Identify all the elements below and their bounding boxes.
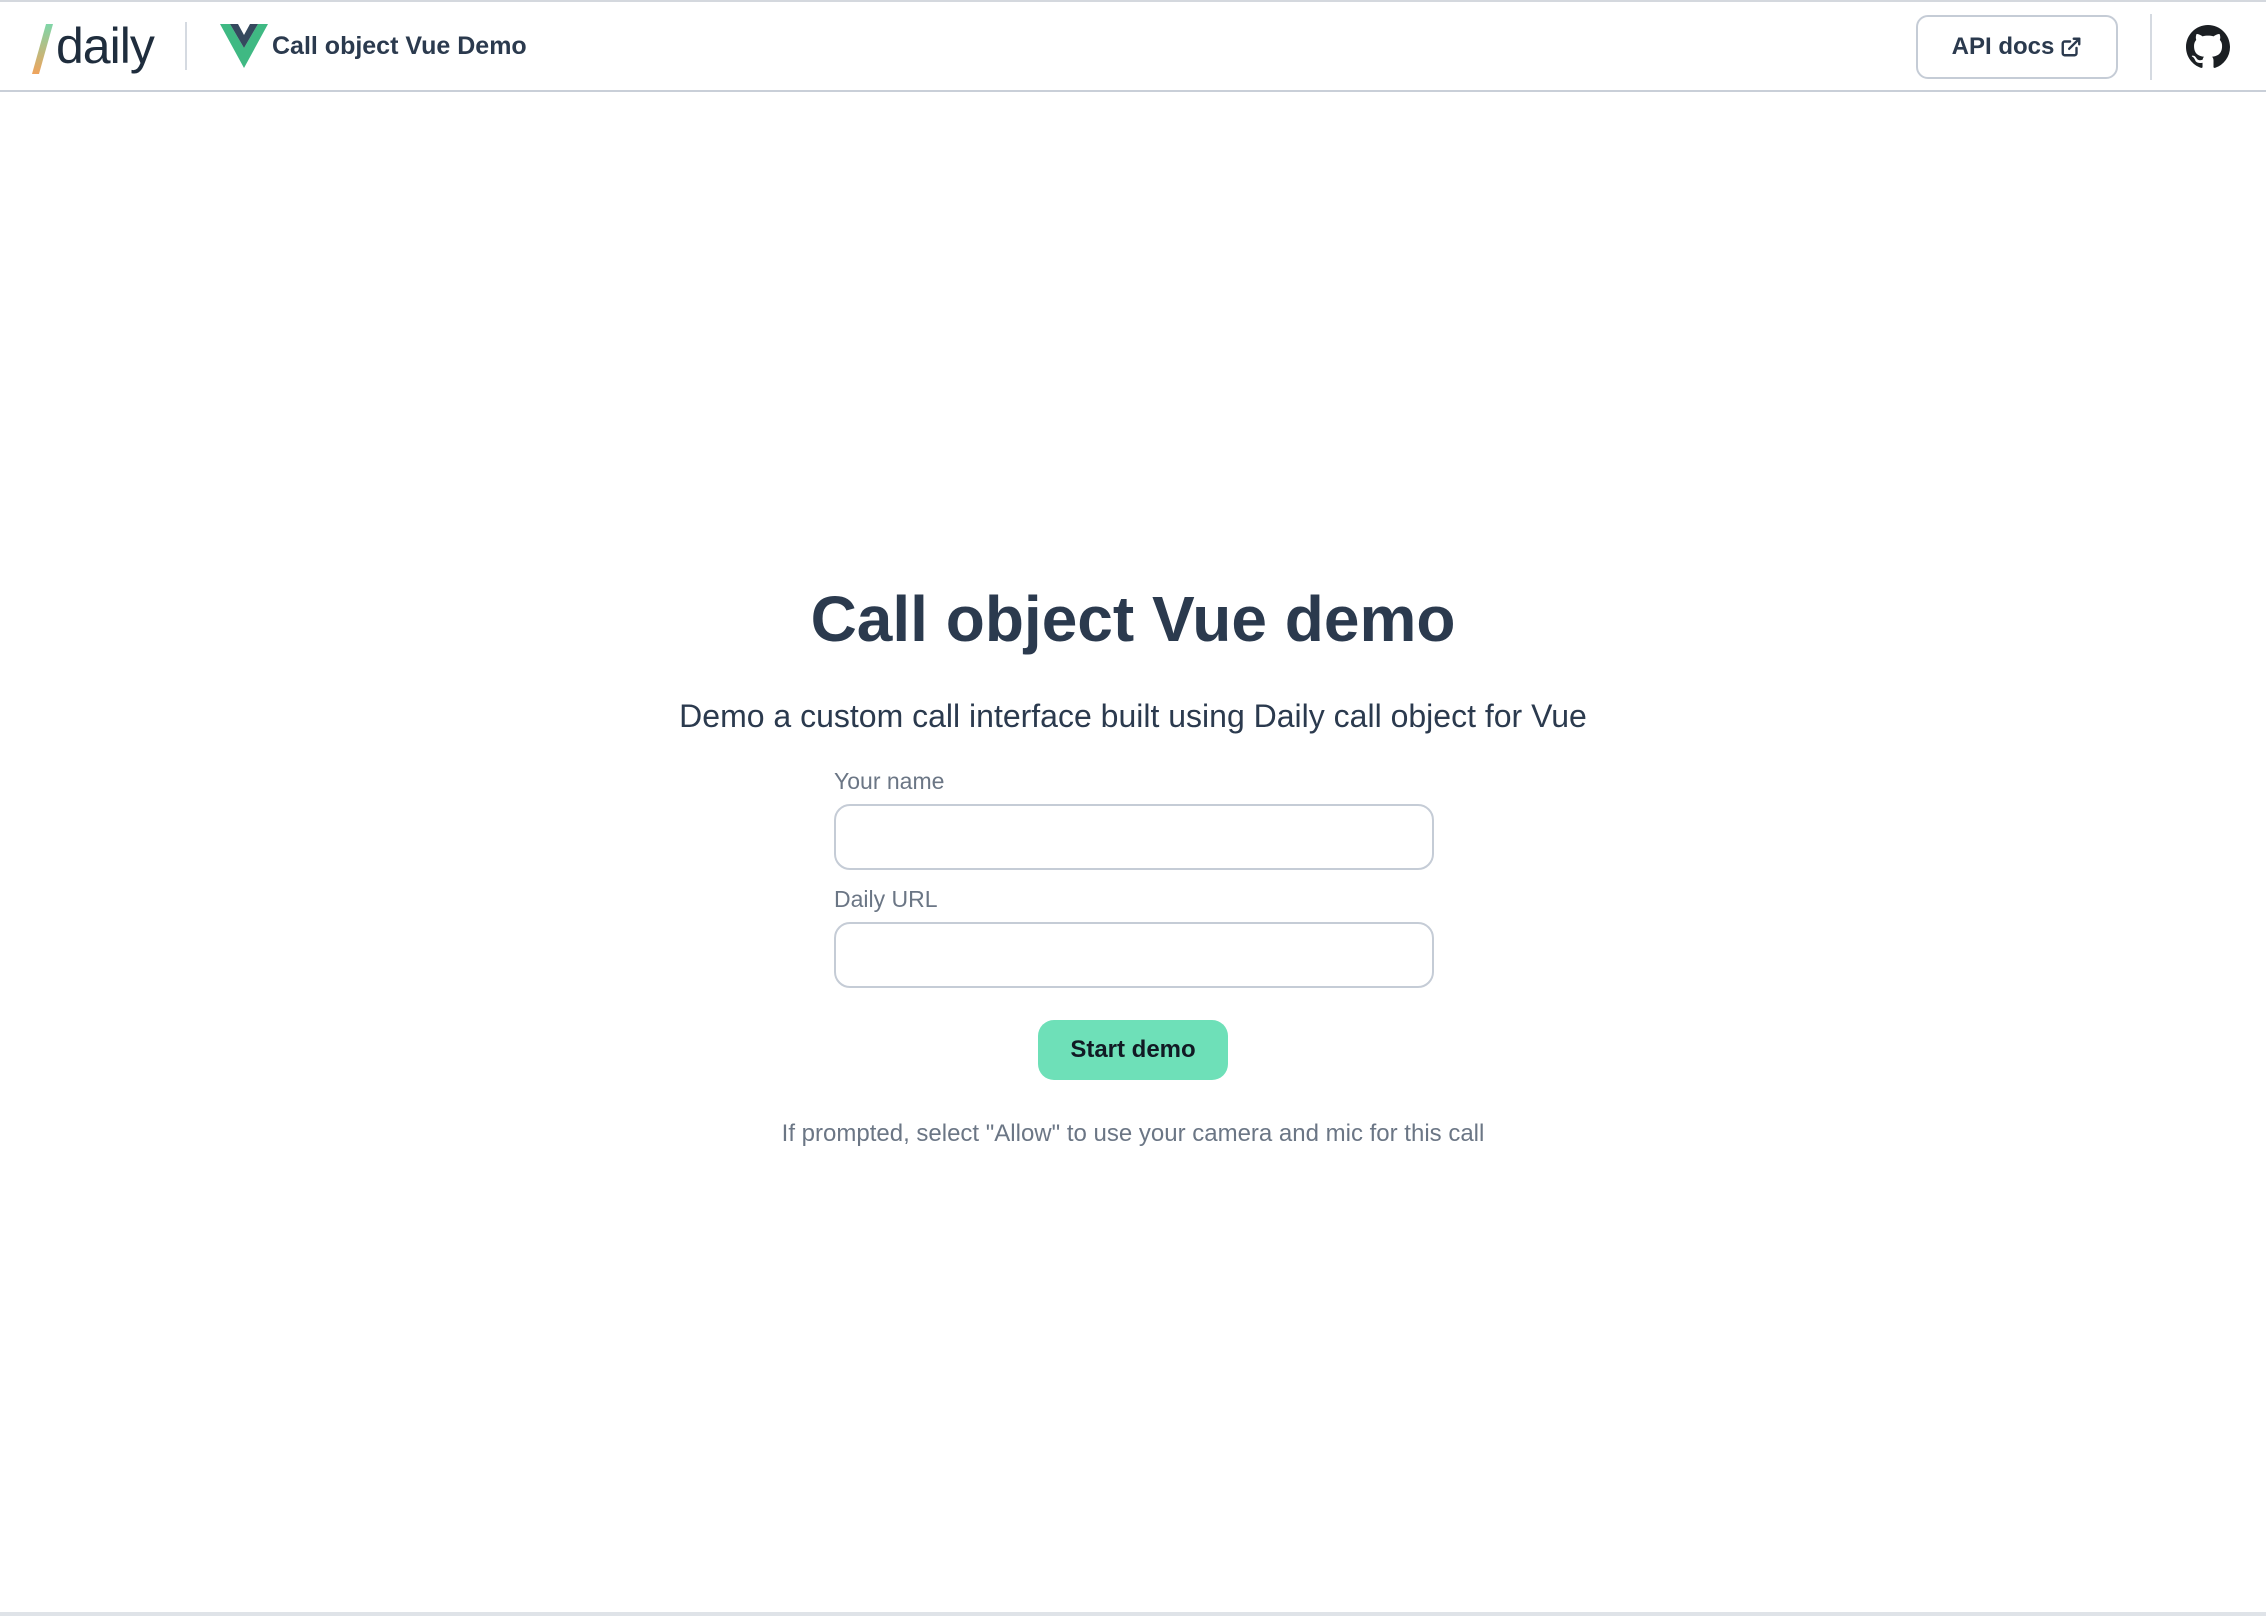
page: daily Call object Vue Demo API docs Call…	[0, 0, 2266, 1616]
permission-hint: If prompted, select "Allow" to use your …	[781, 1120, 1485, 1147]
api-docs-label: API docs	[1951, 33, 2055, 60]
name-input[interactable]	[834, 804, 1434, 870]
window-bottom-edge	[0, 1612, 2266, 1616]
page-subtitle: Demo a custom call interface built using…	[679, 698, 1587, 734]
header-divider	[185, 22, 187, 70]
name-field-label: Your name	[834, 768, 945, 794]
external-link-icon	[2061, 37, 2081, 57]
start-demo-button[interactable]: Start demo	[1038, 1020, 1228, 1080]
page-title: Call object Vue demo	[810, 583, 1456, 655]
daily-url-input[interactable]	[834, 922, 1434, 988]
daily-slash-icon	[32, 24, 53, 74]
top-navbar: daily Call object Vue Demo API docs	[0, 2, 2266, 92]
app-title: Call object Vue Demo	[272, 31, 527, 60]
url-field-label: Daily URL	[834, 886, 938, 912]
vue-logo-icon	[220, 24, 268, 68]
github-icon[interactable]	[2186, 25, 2230, 69]
api-docs-button[interactable]: API docs	[1916, 15, 2118, 79]
github-divider	[2150, 14, 2152, 80]
daily-logo-text: daily	[56, 18, 155, 74]
daily-logo[interactable]: daily	[32, 18, 155, 74]
app-brand: Call object Vue Demo	[220, 24, 527, 68]
